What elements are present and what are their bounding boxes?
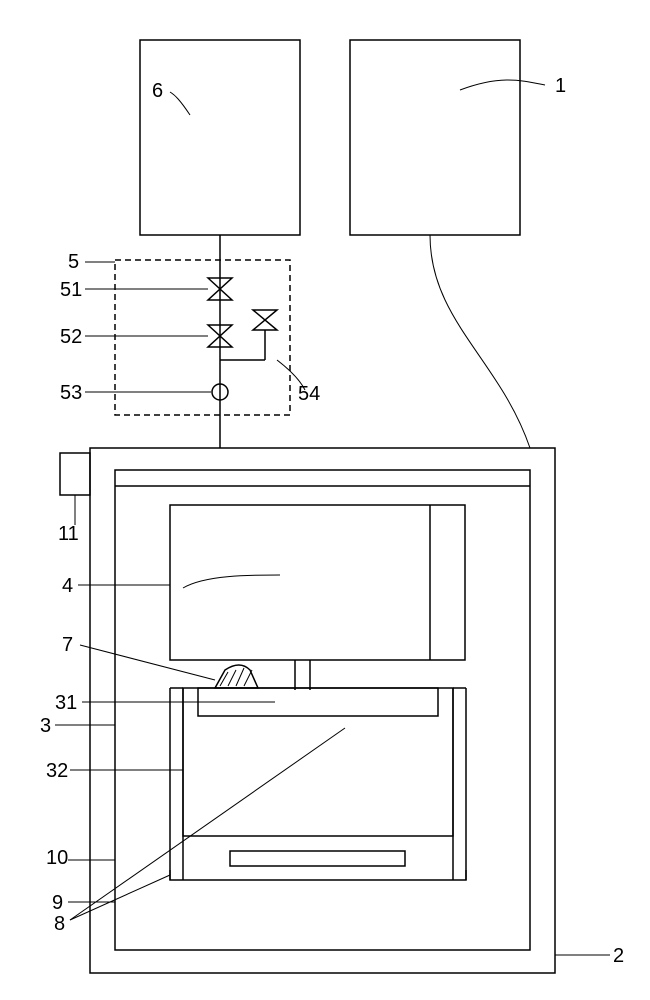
element-8-inner: [230, 851, 405, 866]
label-10: 10: [46, 847, 68, 870]
label-7: 7: [62, 634, 73, 657]
label-1: 1: [555, 75, 566, 98]
label-31: 31: [55, 692, 77, 715]
label-2: 2: [613, 945, 624, 968]
box-32: [183, 688, 453, 836]
box-1: [350, 40, 520, 235]
schematic-diagram: 1 6 5 51 52 53 54 11 4 7 31 3 32 10 9 8 …: [0, 0, 650, 1000]
label-6: 6: [152, 80, 163, 103]
main-enclosure: [90, 448, 555, 973]
inner-frame-9: [115, 470, 530, 950]
element-8-bracket: [170, 870, 466, 880]
label-11: 11: [58, 523, 79, 546]
label-52: 52: [60, 326, 82, 349]
label-32: 32: [46, 760, 68, 783]
label-8: 8: [54, 913, 65, 936]
label-5: 5: [68, 251, 79, 274]
box-6: [140, 40, 300, 235]
element-7: [215, 665, 258, 688]
label-4: 4: [62, 575, 73, 598]
label-51: 51: [60, 279, 82, 302]
label-54: 54: [298, 383, 320, 406]
valve-54: [253, 310, 277, 330]
box-4: [170, 505, 465, 660]
label-3: 3: [40, 715, 51, 738]
label-53: 53: [60, 382, 82, 405]
label-9: 9: [52, 892, 63, 915]
box-11: [60, 453, 90, 495]
